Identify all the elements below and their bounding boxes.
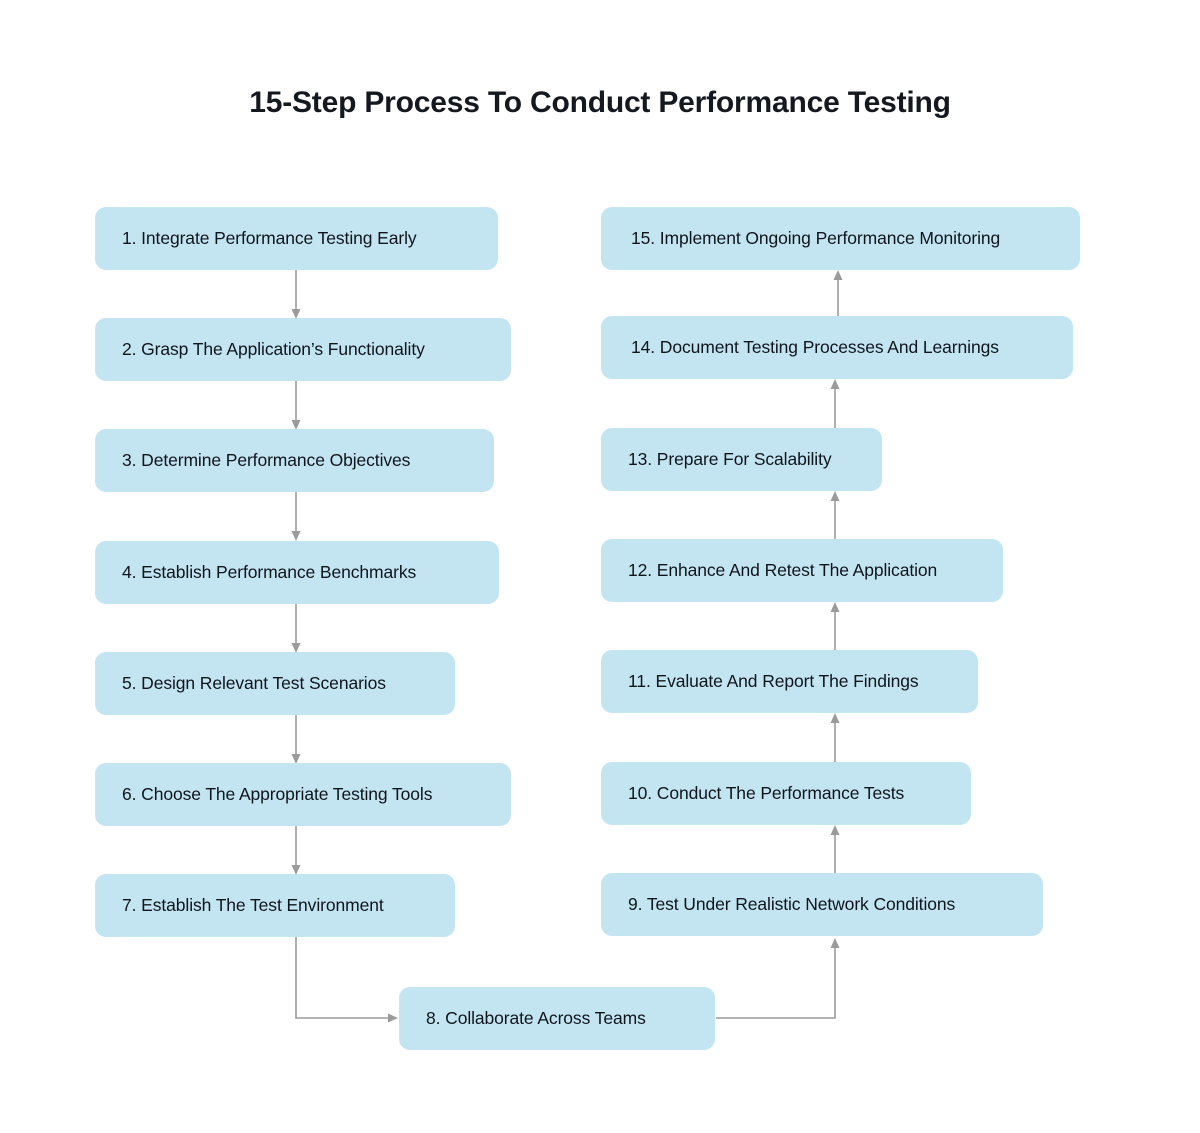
- step-node-1-label: 1. Integrate Performance Testing Early: [122, 228, 417, 248]
- connector-5-to-6: [291, 715, 301, 764]
- connector-1-to-2: [291, 270, 301, 319]
- step-node-14-label: 14. Document Testing Processes And Learn…: [631, 337, 999, 357]
- page-title: 15-Step Process To Conduct Performance T…: [249, 86, 951, 119]
- connector-6-to-7: [291, 826, 301, 875]
- step-node-11-label: 11. Evaluate And Report The Findings: [628, 671, 919, 691]
- step-node-10[interactable]: 10. Conduct The Performance Tests: [601, 762, 971, 825]
- flowchart-canvas: 15-Step Process To Conduct Performance T…: [0, 0, 1200, 1133]
- step-node-13[interactable]: 13. Prepare For Scalability: [601, 428, 882, 491]
- connector-9-to-10: [830, 825, 840, 873]
- connector-7-to-8: [295, 937, 398, 1023]
- step-node-5-label: 5. Design Relevant Test Scenarios: [122, 673, 386, 693]
- connector-8-to-9: [716, 938, 840, 1019]
- connector-10-to-11: [830, 713, 840, 762]
- step-node-2-label: 2. Grasp The Application’s Functionality: [122, 339, 425, 359]
- connector-4-to-5: [291, 604, 301, 653]
- step-node-3[interactable]: 3. Determine Performance Objectives: [95, 429, 494, 492]
- step-node-12-label: 12. Enhance And Retest The Application: [628, 560, 938, 580]
- step-node-3-label: 3. Determine Performance Objectives: [122, 450, 411, 470]
- step-node-2[interactable]: 2. Grasp The Application’s Functionality: [95, 318, 511, 381]
- connector-2-to-3: [291, 381, 301, 430]
- step-node-15[interactable]: 15. Implement Ongoing Performance Monito…: [601, 207, 1080, 270]
- connector-11-to-12: [830, 602, 840, 650]
- step-node-7[interactable]: 7. Establish The Test Environment: [95, 874, 455, 937]
- step-node-7-label: 7. Establish The Test Environment: [122, 895, 384, 915]
- step-node-8-label: 8. Collaborate Across Teams: [426, 1008, 646, 1028]
- step-node-4[interactable]: 4. Establish Performance Benchmarks: [95, 541, 499, 604]
- connector-12-to-13: [830, 491, 840, 539]
- step-node-8[interactable]: 8. Collaborate Across Teams: [399, 987, 715, 1050]
- step-node-6[interactable]: 6. Choose The Appropriate Testing Tools: [95, 763, 511, 826]
- connector-13-to-14: [830, 379, 840, 428]
- step-node-5[interactable]: 5. Design Relevant Test Scenarios: [95, 652, 455, 715]
- connector-3-to-4: [291, 492, 301, 541]
- step-node-11[interactable]: 11. Evaluate And Report The Findings: [601, 650, 978, 713]
- step-node-1[interactable]: 1. Integrate Performance Testing Early: [95, 207, 498, 270]
- step-node-14[interactable]: 14. Document Testing Processes And Learn…: [601, 316, 1073, 379]
- step-node-4-label: 4. Establish Performance Benchmarks: [122, 562, 417, 582]
- step-node-12[interactable]: 12. Enhance And Retest The Application: [601, 539, 1003, 602]
- step-node-6-label: 6. Choose The Appropriate Testing Tools: [122, 784, 433, 804]
- step-node-9-label: 9. Test Under Realistic Network Conditio…: [628, 894, 956, 914]
- step-node-13-label: 13. Prepare For Scalability: [628, 449, 832, 469]
- connector-14-to-15: [833, 270, 843, 316]
- step-node-9[interactable]: 9. Test Under Realistic Network Conditio…: [601, 873, 1043, 936]
- step-node-15-label: 15. Implement Ongoing Performance Monito…: [631, 228, 1001, 248]
- step-node-10-label: 10. Conduct The Performance Tests: [628, 783, 905, 803]
